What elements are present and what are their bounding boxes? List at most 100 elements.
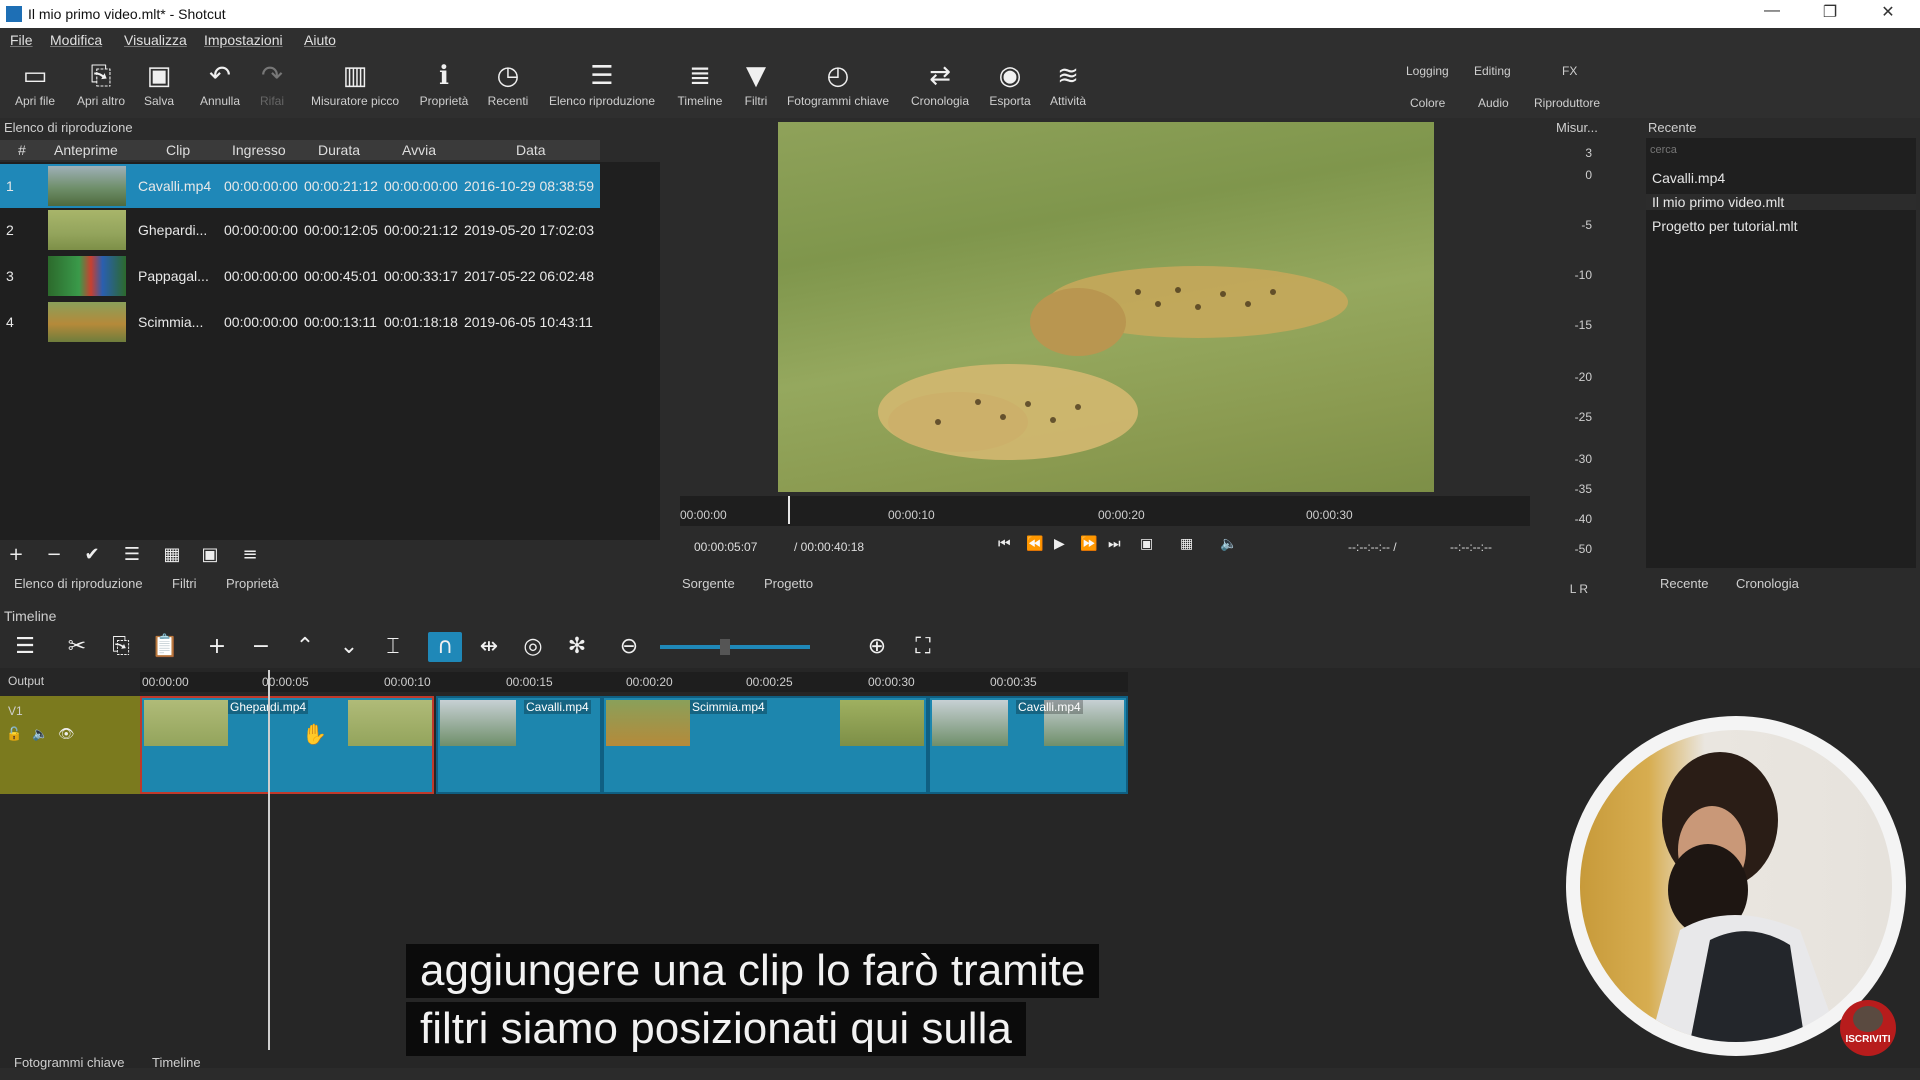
lift-icon[interactable]: ⌃: [288, 632, 322, 662]
menu-impostazioni[interactable]: Impostazioni: [204, 32, 283, 48]
play-icon[interactable]: ▶: [1054, 536, 1065, 552]
list-item[interactable]: Progetto per tutorial.mlt: [1652, 218, 1798, 234]
timeline-ruler[interactable]: 00:00:00 00:00:05 00:00:10 00:00:15 00:0…: [140, 672, 1128, 692]
layout-editing[interactable]: Editing: [1474, 64, 1511, 78]
column-in[interactable]: Ingresso: [232, 142, 286, 158]
lock-icon[interactable]: 🔓: [6, 726, 22, 742]
eye-icon[interactable]: 👁: [58, 726, 75, 742]
timeline-clip[interactable]: Scimmia.mp4: [602, 696, 928, 794]
jobs-button[interactable]: ≋ Attività: [1042, 58, 1094, 108]
zoom-out-icon[interactable]: ⊖: [612, 632, 646, 662]
column-duration[interactable]: Durata: [318, 142, 360, 158]
menu-modifica[interactable]: Modifica: [50, 32, 102, 48]
snap-icon[interactable]: ∩: [428, 632, 462, 662]
subscribe-badge[interactable]: ISCRIVITI: [1840, 1000, 1896, 1056]
keyframes-button[interactable]: ◴ Fotogrammi chiave: [780, 58, 896, 108]
zoom-slider-handle[interactable]: [720, 639, 730, 655]
layout-audio[interactable]: Audio: [1478, 96, 1509, 110]
skip-end-icon[interactable]: ⏭: [1108, 536, 1121, 552]
copy-icon[interactable]: ⎘: [104, 632, 138, 662]
tiles-view-icon[interactable]: ▦: [158, 544, 186, 566]
list-item[interactable]: Cavalli.mp4: [1652, 170, 1725, 186]
ripple-delete-icon[interactable]: −: [244, 632, 278, 662]
position-timecode[interactable]: 00:00:05:07: [694, 540, 757, 554]
volume-icon[interactable]: 🔈: [1220, 536, 1237, 552]
tab-history[interactable]: Cronologia: [1736, 576, 1799, 591]
timeline-playhead[interactable]: [268, 670, 270, 1050]
column-clip[interactable]: Clip: [166, 142, 190, 158]
playlist-button[interactable]: ☰ Elenco riproduzione: [544, 58, 660, 108]
tab-recent[interactable]: Recente: [1660, 576, 1708, 591]
zoom-in-icon[interactable]: ⊕: [860, 632, 894, 662]
timeline-clip[interactable]: Cavalli.mp4: [436, 696, 602, 794]
properties-button[interactable]: ℹ Proprietà: [414, 58, 474, 108]
open-file-button[interactable]: ▭ Apri file: [4, 58, 66, 108]
timeline-clip[interactable]: Cavalli.mp4: [928, 696, 1128, 794]
save-button[interactable]: ▣ Salva: [138, 58, 180, 108]
fast-forward-icon[interactable]: ⏩: [1080, 536, 1097, 552]
menu-icon[interactable]: ≡: [236, 544, 264, 566]
zoom-icon[interactable]: ▣: [1140, 536, 1153, 552]
check-icon[interactable]: ✔: [78, 544, 106, 566]
column-number[interactable]: #: [18, 142, 26, 158]
tab-keyframes[interactable]: Fotogrammi chiave: [14, 1055, 125, 1070]
table-row[interactable]: 2 Ghepardi... 00:00:00:00 00:00:12:05 00…: [0, 208, 600, 252]
zoom-fit-icon[interactable]: ⛶: [906, 632, 940, 662]
split-icon[interactable]: ⌶: [376, 632, 410, 662]
column-start[interactable]: Avvia: [402, 142, 436, 158]
overwrite-icon[interactable]: ⌄: [332, 632, 366, 662]
history-button[interactable]: ⇄ Cronologia: [906, 58, 974, 108]
grid-icon[interactable]: ▦: [1180, 536, 1193, 552]
tab-source[interactable]: Sorgente: [682, 576, 735, 591]
table-row[interactable]: 1 Cavalli.mp4 00:00:00:00 00:00:21:12 00…: [0, 164, 600, 208]
search-input[interactable]: [1648, 140, 1912, 160]
rewind-icon[interactable]: ⏪: [1026, 536, 1043, 552]
track-header-v1[interactable]: V1 🔓 🔈 👁: [0, 696, 140, 794]
timeline-button[interactable]: ≣ Timeline: [672, 58, 728, 108]
minimize-icon[interactable]: —: [1752, 2, 1792, 20]
layout-fx[interactable]: FX: [1562, 64, 1577, 78]
peak-meter-button[interactable]: ▥ Misuratore picco: [302, 58, 408, 108]
ripple-icon[interactable]: ◎: [516, 632, 550, 662]
redo-button[interactable]: ↷ Rifai: [252, 58, 292, 108]
recent-button[interactable]: ◷ Recenti: [480, 58, 536, 108]
viewer-playhead[interactable]: [788, 496, 790, 524]
export-button[interactable]: ◉ Esporta: [980, 58, 1040, 108]
details-view-icon[interactable]: ☰: [118, 544, 146, 566]
layout-logging[interactable]: Logging: [1406, 64, 1449, 78]
close-icon[interactable]: ✕: [1868, 2, 1908, 22]
skip-start-icon[interactable]: ⏮: [998, 536, 1011, 552]
tab-filters[interactable]: Filtri: [172, 576, 197, 591]
layout-riproduttore[interactable]: Riproduttore: [1534, 96, 1600, 110]
table-row[interactable]: 3 Pappagal... 00:00:00:00 00:00:45:01 00…: [0, 254, 600, 298]
menu-visualizza[interactable]: Visualizza: [124, 32, 187, 48]
timeline-clip[interactable]: Ghepardi.mp4: [140, 696, 434, 794]
timeline-menu-icon[interactable]: ☰: [8, 632, 42, 662]
menu-file[interactable]: File: [10, 32, 33, 48]
tab-properties[interactable]: Proprietà: [226, 576, 279, 591]
zoom-slider[interactable]: [660, 645, 810, 649]
add-icon[interactable]: +: [2, 544, 30, 566]
paste-icon[interactable]: 📋: [148, 632, 182, 662]
video-preview[interactable]: [778, 122, 1434, 492]
icon-view-icon[interactable]: ▣: [196, 544, 224, 566]
tab-project[interactable]: Progetto: [764, 576, 813, 591]
table-row[interactable]: 4 Scimmia... 00:00:00:00 00:00:13:11 00:…: [0, 300, 600, 344]
tab-timeline[interactable]: Timeline: [152, 1055, 201, 1070]
cut-icon[interactable]: ✂: [60, 632, 94, 662]
mute-icon[interactable]: 🔈: [32, 726, 48, 742]
layout-colore[interactable]: Colore: [1410, 96, 1445, 110]
scrub-icon[interactable]: ⇹: [472, 632, 506, 662]
menu-aiuto[interactable]: Aiuto: [304, 32, 336, 48]
ripple-all-icon[interactable]: ✻: [560, 632, 594, 662]
undo-button[interactable]: ↶ Annulla: [196, 58, 244, 108]
list-item[interactable]: Il mio primo video.mlt: [1646, 194, 1916, 210]
remove-icon[interactable]: −: [40, 544, 68, 566]
column-date[interactable]: Data: [516, 142, 546, 158]
column-thumbnails[interactable]: Anteprime: [54, 142, 118, 158]
restore-icon[interactable]: ❐: [1810, 2, 1850, 22]
filters-button[interactable]: ▼ Filtri: [736, 58, 776, 108]
tab-playlist[interactable]: Elenco di riproduzione: [14, 576, 143, 591]
append-icon[interactable]: +: [200, 632, 234, 662]
open-other-button[interactable]: ⎘ Apri altro: [68, 58, 134, 108]
